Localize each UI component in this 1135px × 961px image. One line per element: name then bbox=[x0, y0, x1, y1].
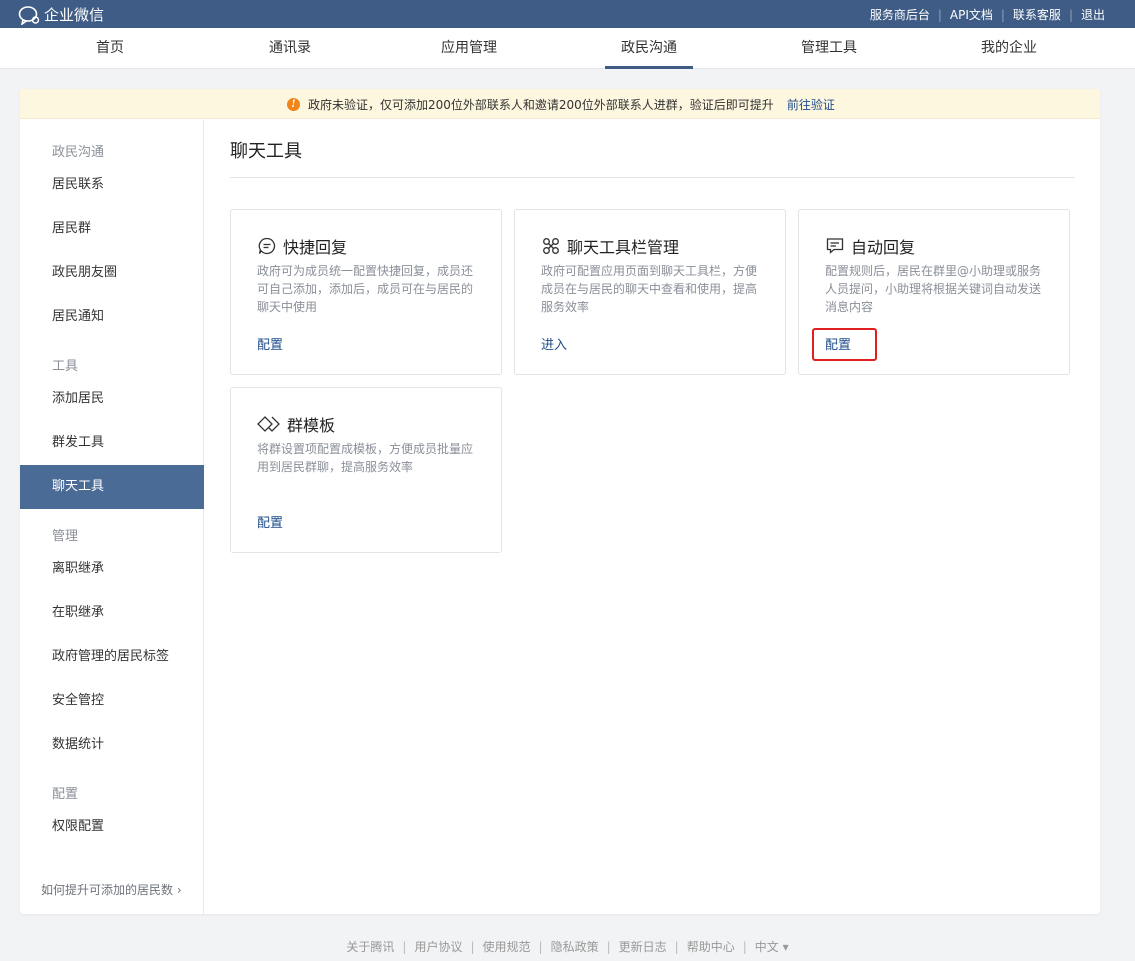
sidebar-item-permissions[interactable]: 权限配置 bbox=[20, 805, 204, 849]
nav-my-enterprise[interactable]: 我的企业 bbox=[981, 28, 1037, 69]
notice-text: 政府未验证，仅可添加200位外部联系人和邀请200位外部联系人进群，验证后即可提… bbox=[308, 98, 774, 112]
wecom-logo[interactable]: 企业微信 bbox=[18, 4, 104, 25]
divider: | bbox=[1000, 7, 1005, 22]
sidebar-item-add-resident[interactable]: 添加居民 bbox=[20, 377, 204, 421]
quick-reply-config-link[interactable]: 配置 bbox=[257, 334, 283, 353]
sidebar-group-title: 配置 bbox=[52, 787, 79, 802]
wecom-logo-icon bbox=[18, 5, 40, 25]
page-title: 聊天工具 bbox=[230, 141, 302, 162]
go-verify-link[interactable]: 前往验证 bbox=[787, 96, 835, 113]
sidebar-group-title: 管理 bbox=[52, 529, 79, 544]
auto-reply-icon bbox=[826, 238, 844, 254]
increase-limit-text: 如何提升可添加的居民数 bbox=[41, 883, 174, 897]
group-template-config-link[interactable]: 配置 bbox=[257, 512, 283, 531]
divider: | bbox=[674, 940, 679, 954]
tool-title: 聊天工具栏管理 bbox=[567, 238, 680, 257]
tool-description: 政府可为成员统一配置快捷回复，成员还可自己添加，添加后，成员可在与居民的聊天中使… bbox=[257, 264, 474, 314]
divider: | bbox=[470, 940, 475, 954]
main-nav: 首页 通讯录 应用管理 政民沟通 管理工具 我的企业 bbox=[0, 28, 1135, 69]
auto-reply-config-link[interactable]: 配置 bbox=[825, 334, 851, 353]
nav-management-tools[interactable]: 管理工具 bbox=[801, 28, 857, 69]
nav-home[interactable]: 首页 bbox=[96, 28, 124, 69]
contact-support-link[interactable]: 联系客服 bbox=[1013, 6, 1061, 23]
chat-toolbar-enter-link[interactable]: 进入 bbox=[541, 334, 567, 353]
language-selector[interactable]: 中文 ▾ bbox=[755, 940, 789, 954]
increase-limit-link[interactable]: 如何提升可添加的居民数 › bbox=[41, 881, 182, 898]
sidebar-item-resident-groups[interactable]: 居民群 bbox=[20, 207, 204, 251]
divider: | bbox=[742, 940, 747, 954]
tool-title: 快捷回复 bbox=[283, 238, 348, 257]
footer-link-privacy[interactable]: 隐私政策 bbox=[551, 940, 599, 954]
warning-icon: ! bbox=[287, 98, 300, 111]
sidebar-item-chat-tools[interactable]: 聊天工具 bbox=[20, 465, 204, 509]
group-template-icon bbox=[257, 416, 280, 432]
sidebar-item-resident-tags[interactable]: 政府管理的居民标签 bbox=[20, 635, 204, 679]
top-links: 服务商后台 | API文档 | 联系客服 | 退出 bbox=[870, 6, 1105, 23]
logo-text: 企业微信 bbox=[44, 6, 105, 24]
footer-link-user-agreement[interactable]: 用户协议 bbox=[414, 940, 462, 954]
divider: | bbox=[937, 7, 942, 22]
title-divider bbox=[230, 177, 1075, 178]
provider-console-link[interactable]: 服务商后台 bbox=[870, 6, 930, 23]
sidebar-item-resident-contact[interactable]: 居民联系 bbox=[20, 163, 204, 207]
quick-reply-icon bbox=[258, 237, 276, 255]
sidebar-item-onjob-inheritance[interactable]: 在职继承 bbox=[20, 591, 204, 635]
tool-description: 将群设置项配置成模板，方便成员批量应用到居民群聊，提高服务效率 bbox=[257, 442, 474, 474]
divider: | bbox=[1068, 7, 1073, 22]
chevron-right-icon: › bbox=[173, 883, 182, 897]
footer-link-about[interactable]: 关于腾讯 bbox=[346, 940, 394, 954]
nav-contacts[interactable]: 通讯录 bbox=[269, 28, 311, 69]
sidebar-item-resignation-inheritance[interactable]: 离职继承 bbox=[20, 547, 204, 591]
divider: | bbox=[538, 940, 543, 954]
tool-description: 政府可配置应用页面到聊天工具栏，方便成员在与居民的聊天中查看和使用，提高服务效率 bbox=[541, 264, 758, 314]
main-panel: ! 政府未验证，仅可添加200位外部联系人和邀请200位外部联系人进群，验证后即… bbox=[20, 89, 1100, 914]
footer-link-help[interactable]: 帮助中心 bbox=[687, 940, 735, 954]
tool-title: 自动回复 bbox=[851, 238, 916, 257]
sidebar-item-resident-notice[interactable]: 居民通知 bbox=[20, 295, 204, 339]
tool-description: 配置规则后，居民在群里@小助理或服务人员提问，小助理将根据关键词自动发送消息内容 bbox=[825, 264, 1042, 314]
toolbar-icon bbox=[543, 238, 559, 254]
api-docs-link[interactable]: API文档 bbox=[950, 6, 993, 23]
sidebar-item-moments[interactable]: 政民朋友圈 bbox=[20, 251, 204, 295]
tool-card-quick-reply: 快捷回复 政府可为成员统一配置快捷回复，成员还可自己添加，添加后，成员可在与居民… bbox=[230, 209, 502, 375]
footer-link-usage-rules[interactable]: 使用规范 bbox=[483, 940, 531, 954]
divider: | bbox=[402, 940, 407, 954]
nav-gov-communication[interactable]: 政民沟通 bbox=[605, 28, 693, 69]
verification-notice: ! 政府未验证，仅可添加200位外部联系人和邀请200位外部联系人进群，验证后即… bbox=[20, 89, 1100, 119]
top-bar: 企业微信 服务商后台 | API文档 | 联系客服 | 退出 bbox=[0, 0, 1135, 28]
sidebar-group-title: 工具 bbox=[52, 359, 79, 374]
page-footer: 关于腾讯 | 用户协议 | 使用规范 | 隐私政策 | 更新日志 | 帮助中心 | 中文 ▾ bbox=[0, 938, 1135, 955]
tool-card-chat-toolbar: 聊天工具栏管理 政府可配置应用页面到聊天工具栏，方便成员在与居民的聊天中查看和使… bbox=[514, 209, 786, 375]
tool-title: 群模板 bbox=[287, 416, 336, 435]
footer-link-changelog[interactable]: 更新日志 bbox=[619, 940, 667, 954]
sidebar-group-title: 政民沟通 bbox=[52, 145, 105, 160]
nav-app-management[interactable]: 应用管理 bbox=[441, 28, 497, 69]
sidebar: 政民沟通 居民联系 居民群 政民朋友圈 居民通知 工具 添加居民 群发工具 聊天… bbox=[20, 120, 204, 914]
tool-card-group-template: 群模板 将群设置项配置成模板，方便成员批量应用到居民群聊，提高服务效率 配置 bbox=[230, 387, 502, 553]
sidebar-item-security-control[interactable]: 安全管控 bbox=[20, 679, 204, 723]
tool-card-auto-reply: 自动回复 配置规则后，居民在群里@小助理或服务人员提问，小助理将根据关键词自动发… bbox=[798, 209, 1070, 375]
sidebar-item-broadcast-tool[interactable]: 群发工具 bbox=[20, 421, 204, 465]
logout-link[interactable]: 退出 bbox=[1081, 6, 1105, 23]
divider: | bbox=[606, 940, 611, 954]
sidebar-item-statistics[interactable]: 数据统计 bbox=[20, 723, 204, 767]
